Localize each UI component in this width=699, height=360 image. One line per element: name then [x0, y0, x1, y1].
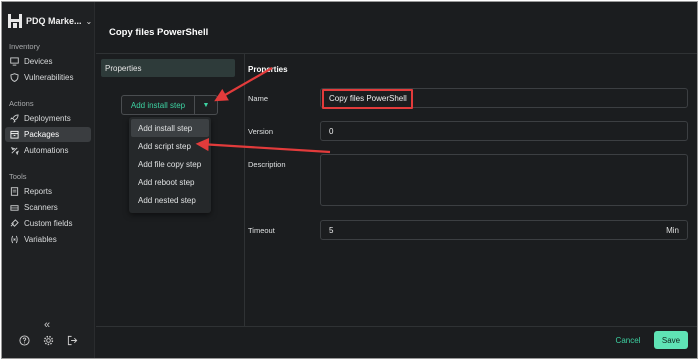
add-step-dropdown-menu: Add install step Add script step Add fil…	[129, 117, 211, 213]
version-value: 0	[329, 126, 334, 136]
section-tools: Tools	[9, 172, 27, 181]
page-title: Copy files PowerShell	[109, 27, 209, 38]
version-label: Version	[248, 127, 274, 136]
sidebar-item-vulnerabilities[interactable]: Vulnerabilities	[5, 70, 91, 85]
sidebar-footer	[18, 334, 78, 346]
section-inventory: Inventory	[9, 42, 40, 51]
brand-switcher[interactable]: PDQ Marke... ⌄	[8, 12, 92, 30]
sidebar-item-deployments[interactable]: Deployments	[5, 111, 91, 126]
reports-icon	[9, 187, 19, 197]
sidebar-item-label: Variables	[24, 235, 57, 244]
sidebar-item-label: Reports	[24, 187, 53, 196]
sidebar-item-variables[interactable]: Variables	[5, 232, 91, 247]
sidebar-item-automations[interactable]: Automations	[5, 143, 91, 158]
gear-icon[interactable]	[42, 334, 54, 346]
sidebar-item-label: Automations	[24, 146, 69, 155]
variables-icon	[9, 235, 19, 245]
sidebar-item-label: Custom fields	[24, 219, 73, 228]
tab-properties[interactable]: Properties	[101, 59, 235, 77]
save-button[interactable]: Save	[654, 331, 688, 349]
chevron-down-icon[interactable]: ▼	[195, 96, 217, 114]
name-label: Name	[248, 94, 269, 103]
shield-icon	[9, 73, 19, 83]
header-divider	[96, 53, 697, 54]
app-window: PDQ Marke... ⌄ Inventory Devices Vulnera…	[1, 1, 698, 359]
sidebar-item-label: Vulnerabilities	[24, 73, 74, 82]
automation-icon	[9, 146, 19, 156]
version-field[interactable]: 0	[320, 121, 688, 141]
cancel-button[interactable]: Cancel	[610, 332, 646, 348]
properties-heading: Properties	[248, 65, 288, 74]
sidebar-item-scanners[interactable]: Scanners	[5, 200, 91, 215]
timeout-field[interactable]: 5 Min	[320, 220, 688, 240]
sidebar: PDQ Marke... ⌄ Inventory Devices Vulnera…	[2, 2, 95, 358]
annotation-highlight-box	[322, 89, 413, 109]
sidebar-item-label: Deployments	[24, 114, 71, 123]
timeout-value: 5	[329, 225, 334, 235]
logout-icon[interactable]	[66, 334, 78, 346]
panel-divider	[244, 54, 245, 326]
timeout-unit: Min	[666, 225, 679, 235]
sidebar-item-custom-fields[interactable]: Custom fields	[5, 216, 91, 231]
add-install-step-button[interactable]: Add install step	[122, 96, 195, 114]
section-actions: Actions	[9, 99, 34, 108]
package-icon	[9, 130, 19, 140]
add-install-step-split-button: Add install step ▼	[121, 95, 218, 115]
menu-item-add-install-step[interactable]: Add install step	[131, 119, 209, 137]
description-field[interactable]	[320, 154, 688, 206]
collapse-sidebar-icon[interactable]: «	[44, 319, 50, 331]
rocket-icon	[9, 114, 19, 124]
description-label: Description	[248, 160, 286, 169]
menu-item-add-reboot-step[interactable]: Add reboot step	[131, 173, 209, 191]
menu-item-add-file-copy-step[interactable]: Add file copy step	[131, 155, 209, 173]
menu-item-add-nested-step[interactable]: Add nested step	[131, 191, 209, 209]
help-icon[interactable]	[18, 334, 30, 346]
pdq-logo-icon	[8, 14, 22, 28]
sidebar-item-label: Packages	[24, 130, 60, 139]
menu-item-add-script-step[interactable]: Add script step	[131, 137, 209, 155]
timeout-label: Timeout	[248, 226, 275, 235]
chevron-down-icon: ⌄	[85, 16, 93, 26]
footer-divider	[96, 326, 697, 327]
sidebar-item-packages[interactable]: Packages	[5, 127, 91, 142]
sidebar-item-reports[interactable]: Reports	[5, 184, 91, 199]
monitor-icon	[9, 57, 19, 67]
sidebar-item-devices[interactable]: Devices	[5, 54, 91, 69]
sidebar-item-label: Devices	[24, 57, 53, 66]
custom-fields-icon	[9, 219, 19, 229]
scanner-icon	[9, 203, 19, 213]
sidebar-item-label: Scanners	[24, 203, 58, 212]
org-name: PDQ Marke...	[26, 16, 82, 26]
